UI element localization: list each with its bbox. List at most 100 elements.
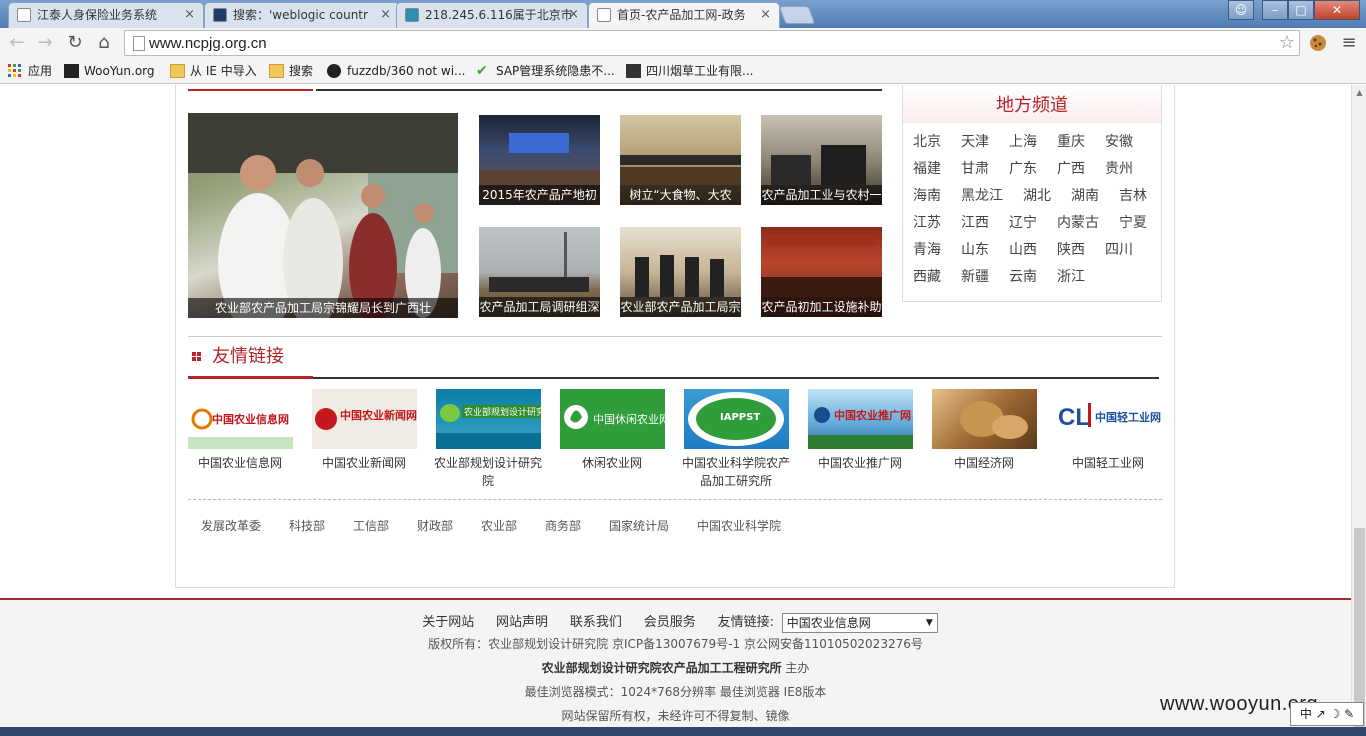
news-thumb[interactable]: 2015年农产品产地初 <box>479 115 600 205</box>
friend-link-label[interactable]: 农业部规划设计研究院 <box>433 454 543 490</box>
logo-farmer-news[interactable]: 中国农业新闻网 <box>312 389 417 449</box>
footer-link[interactable]: 联系我们 <box>570 611 622 630</box>
gov-link[interactable]: 中国农业科学院 <box>697 517 781 534</box>
friend-link-label[interactable]: 中国轻工业网 <box>1053 454 1163 472</box>
bookmark-folder-ie[interactable]: 从 IE 中导入 <box>170 62 257 80</box>
friend-link-label[interactable]: 中国农业科学院农产品加工研究所 <box>681 454 791 490</box>
logo-agri-info-net[interactable]: 中国农业信息网 <box>188 389 293 449</box>
gov-link[interactable]: 科技部 <box>289 517 325 534</box>
news-thumb[interactable]: 农业部农产品加工局宗 <box>620 227 741 317</box>
scrollbar-thumb[interactable] <box>1354 528 1365 728</box>
photo-caption[interactable]: 农业部农产品加工局宗锦耀局长到广西壮 <box>188 298 458 318</box>
region-link[interactable]: 吉林 <box>1119 185 1147 205</box>
minimize-button[interactable]: – <box>1262 0 1288 20</box>
region-link[interactable]: 海南 <box>913 185 941 205</box>
region-link[interactable]: 新疆 <box>961 266 989 286</box>
region-link[interactable]: 甘肃 <box>961 158 989 178</box>
friend-link-label[interactable]: 中国农业推广网 <box>805 454 915 472</box>
url-text[interactable]: www.ncpjg.org.cn <box>149 31 267 56</box>
region-link[interactable]: 天津 <box>961 131 989 151</box>
region-link[interactable]: 上海 <box>1009 131 1037 151</box>
gov-link[interactable]: 发展改革委 <box>201 517 261 534</box>
region-link[interactable]: 湖北 <box>1023 185 1051 205</box>
address-bar[interactable]: www.ncpjg.org.cn ☆ <box>124 30 1300 56</box>
news-thumb[interactable]: 农产品加工局调研组深 <box>479 227 600 317</box>
logo-iappst[interactable]: IAPPST <box>684 389 789 449</box>
photo-caption[interactable]: 农产品加工局调研组深 <box>479 297 600 317</box>
bookmark-sichuan[interactable]: 四川烟草工业有限... <box>626 62 753 80</box>
region-link[interactable]: 云南 <box>1009 266 1037 286</box>
region-link[interactable]: 西藏 <box>913 266 941 286</box>
maximize-button[interactable]: □ <box>1288 0 1314 20</box>
region-link[interactable]: 北京 <box>913 131 941 151</box>
vertical-scrollbar[interactable]: ▲ <box>1351 85 1366 736</box>
logo-agri-promotion[interactable]: 中国农业推广网 <box>808 389 913 449</box>
scroll-up-icon[interactable]: ▲ <box>1352 85 1366 100</box>
menu-icon[interactable]: ≡ <box>1337 31 1361 55</box>
ime-toolbar[interactable]: 中 ↗ ☽ ✎ <box>1290 702 1364 726</box>
gov-link[interactable]: 商务部 <box>545 517 581 534</box>
cookie-extension-icon[interactable] <box>1306 31 1330 55</box>
region-link[interactable]: 江苏 <box>913 212 941 232</box>
region-link[interactable]: 福建 <box>913 158 941 178</box>
region-link[interactable]: 安徽 <box>1105 131 1133 151</box>
region-link[interactable]: 四川 <box>1105 239 1133 259</box>
region-link[interactable]: 贵州 <box>1105 158 1133 178</box>
friend-link-select[interactable]: 中国农业信息网 ▼ <box>781 612 938 633</box>
photo-caption[interactable]: 农业部农产品加工局宗 <box>620 297 741 317</box>
footer-link[interactable]: 会员服务 <box>644 611 696 630</box>
bookmark-apps[interactable]: 应用 <box>8 62 52 80</box>
region-link[interactable]: 广西 <box>1057 158 1085 178</box>
logo-leisure-agri[interactable]: 中国休闲农业网 <box>560 389 665 449</box>
logo-planning-institute[interactable]: 农业部规划设计研究院 <box>436 389 541 449</box>
reload-button[interactable]: ↻ <box>63 31 87 55</box>
new-tab-button[interactable] <box>778 6 816 24</box>
home-button[interactable]: ⌂ <box>92 31 116 55</box>
bookmark-wooyun[interactable]: WooYun.org <box>64 62 155 80</box>
region-link[interactable]: 山东 <box>961 239 989 259</box>
news-thumb[interactable]: 树立“大食物、大农 <box>620 115 741 205</box>
friend-link-label[interactable]: 中国农业新闻网 <box>309 454 419 472</box>
friend-link-label[interactable]: 中国农业信息网 <box>185 454 295 472</box>
friend-link-label[interactable]: 休闲农业网 <box>557 454 667 472</box>
region-link[interactable]: 内蒙古 <box>1057 212 1099 232</box>
region-link[interactable]: 湖南 <box>1071 185 1099 205</box>
photo-caption[interactable]: 2015年农产品产地初 <box>479 185 600 205</box>
region-link[interactable]: 黑龙江 <box>961 185 1003 205</box>
region-link[interactable]: 山西 <box>1009 239 1037 259</box>
bookmark-star-icon[interactable]: ☆ <box>1279 31 1295 55</box>
bookmark-github[interactable]: fuzzdb/360 not wi... <box>327 62 465 80</box>
bookmark-sap[interactable]: ✔ SAP管理系统隐患不... <box>476 62 615 80</box>
logo-light-industry[interactable]: CL 中国轻工业网 <box>1056 389 1161 449</box>
footer-link[interactable]: 关于网站 <box>422 611 474 630</box>
headline-news-photo[interactable]: 农业部农产品加工局宗锦耀局长到广西壮 <box>188 113 458 318</box>
photo-caption[interactable]: 树立“大食物、大农 <box>620 185 741 205</box>
close-icon[interactable]: × <box>760 3 771 27</box>
browser-tab-active[interactable]: 首页-农产品加工网-政务 × <box>588 2 780 28</box>
news-thumb[interactable]: 农产品加工业与农村一 <box>761 115 882 205</box>
close-icon[interactable]: × <box>184 3 195 27</box>
gov-link[interactable]: 工信部 <box>353 517 389 534</box>
gov-link[interactable]: 国家统计局 <box>609 517 669 534</box>
close-icon[interactable]: × <box>568 3 579 27</box>
region-link[interactable]: 广东 <box>1009 158 1037 178</box>
news-thumb[interactable]: 农产品初加工设施补助 <box>761 227 882 317</box>
close-icon[interactable]: × <box>380 3 391 27</box>
footer-link[interactable]: 网站声明 <box>496 611 548 630</box>
close-window-button[interactable]: ✕ <box>1314 0 1360 20</box>
photo-caption[interactable]: 农产品加工业与农村一 <box>761 185 882 205</box>
browser-tab[interactable]: 江泰人身保险业务系统 × <box>8 2 204 28</box>
region-link[interactable]: 重庆 <box>1057 131 1085 151</box>
region-link[interactable]: 浙江 <box>1057 266 1085 286</box>
region-link[interactable]: 青海 <box>913 239 941 259</box>
region-link[interactable]: 江西 <box>961 212 989 232</box>
browser-tab[interactable]: 218.245.6.116属于北京市 × <box>396 2 588 28</box>
region-link[interactable]: 辽宁 <box>1009 212 1037 232</box>
user-icon[interactable]: ☺ <box>1228 0 1254 20</box>
region-link[interactable]: 宁夏 <box>1119 212 1147 232</box>
browser-tab[interactable]: 搜索：'weblogic countr × <box>204 2 400 28</box>
forward-button[interactable]: → <box>33 31 57 55</box>
region-link[interactable]: 陕西 <box>1057 239 1085 259</box>
bookmark-folder-search[interactable]: 搜索 <box>269 62 313 80</box>
photo-caption[interactable]: 农产品初加工设施补助 <box>761 297 882 317</box>
